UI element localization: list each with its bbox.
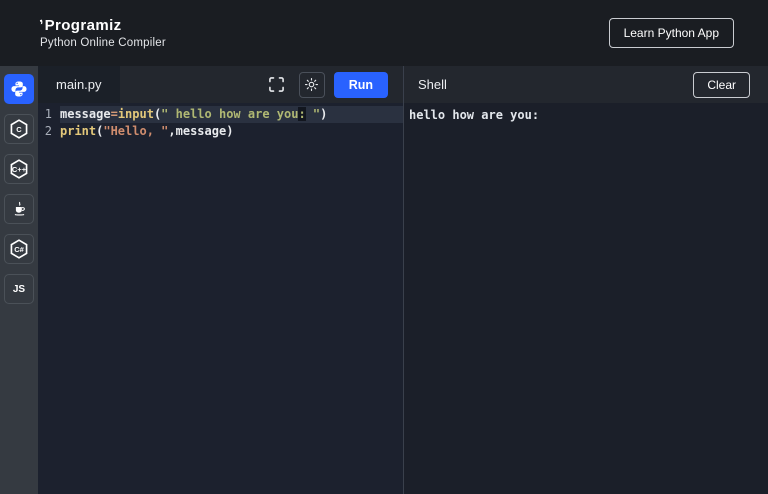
sidebar-item-java[interactable] <box>4 194 34 224</box>
token-builtin: input <box>118 107 154 121</box>
token-op: = <box>111 107 118 121</box>
line-number: 2 <box>38 123 60 140</box>
run-button[interactable]: Run <box>334 72 388 98</box>
sidebar-item-cpp-label: C++ <box>12 165 26 174</box>
token-plain: ) <box>320 107 327 121</box>
editor-column: main.py <box>38 66 403 494</box>
shell-column: Shell Clear hello how are you: <box>404 66 768 494</box>
sidebar-item-csharp-label: C# <box>14 245 24 254</box>
tab-main-py[interactable]: main.py <box>38 66 120 103</box>
page-title: Python Online Compiler <box>40 37 166 49</box>
code-line-content: message=input(" hello how are you: ") <box>60 106 403 123</box>
header: ’Programiz Python Online Compiler Learn … <box>0 0 768 66</box>
python-icon <box>10 80 28 98</box>
fullscreen-icon <box>268 76 285 93</box>
code-line-content: print("Hello, ",message) <box>60 123 403 140</box>
sidebar-item-csharp[interactable]: C# <box>4 234 34 264</box>
sidebar-item-javascript[interactable]: JS <box>4 274 34 304</box>
programiz-logo: ’Programiz <box>40 17 166 34</box>
sidebar-item-cpp[interactable]: C++ <box>4 154 34 184</box>
fullscreen-button[interactable] <box>264 72 290 98</box>
token-plain: , <box>168 124 175 138</box>
token-builtin: print <box>60 124 96 138</box>
sidebar-item-python[interactable] <box>4 74 34 104</box>
body: C C++ <box>0 66 768 494</box>
code-editor[interactable]: 1message=input(" hello how are you: ")2p… <box>38 103 403 494</box>
brand[interactable]: ’Programiz Python Online Compiler <box>40 17 166 49</box>
token-string: " <box>306 107 320 121</box>
tab-main-py-label: main.py <box>56 77 102 92</box>
shell-output: hello how are you: <box>409 107 763 123</box>
shell-title: Shell <box>418 77 447 92</box>
token-ident: message <box>60 107 111 121</box>
token-ident: message <box>176 124 227 138</box>
code-line: 2print("Hello, ",message) <box>38 123 403 140</box>
sidebar-item-c[interactable]: C <box>4 114 34 144</box>
language-sidebar: C C++ <box>0 66 38 494</box>
light-theme-sun-icon <box>304 77 319 92</box>
sidebar-item-javascript-label: JS <box>13 284 25 295</box>
token-plain: ) <box>226 124 233 138</box>
text-cursor: : <box>298 107 305 121</box>
editor-toolbar: main.py <box>38 66 403 103</box>
main: main.py <box>38 66 768 494</box>
logo-text: Programiz <box>45 17 122 34</box>
sidebar-item-c-label: C <box>16 125 21 134</box>
python-online-compiler-app: ’Programiz Python Online Compiler Learn … <box>0 0 768 494</box>
clear-button[interactable]: Clear <box>693 72 750 98</box>
shell-toolbar: Shell Clear <box>404 66 768 103</box>
theme-toggle-button[interactable] <box>299 72 325 98</box>
token-string_alt: "Hello, " <box>103 124 168 138</box>
token-string: " hello how are you <box>161 107 298 121</box>
learn-python-app-button[interactable]: Learn Python App <box>609 18 734 48</box>
code-line: 1message=input(" hello how are you: ") <box>38 106 403 123</box>
line-number: 1 <box>38 106 60 123</box>
java-coffee-icon <box>11 201 28 218</box>
shell-panel[interactable]: hello how are you: <box>404 103 768 494</box>
